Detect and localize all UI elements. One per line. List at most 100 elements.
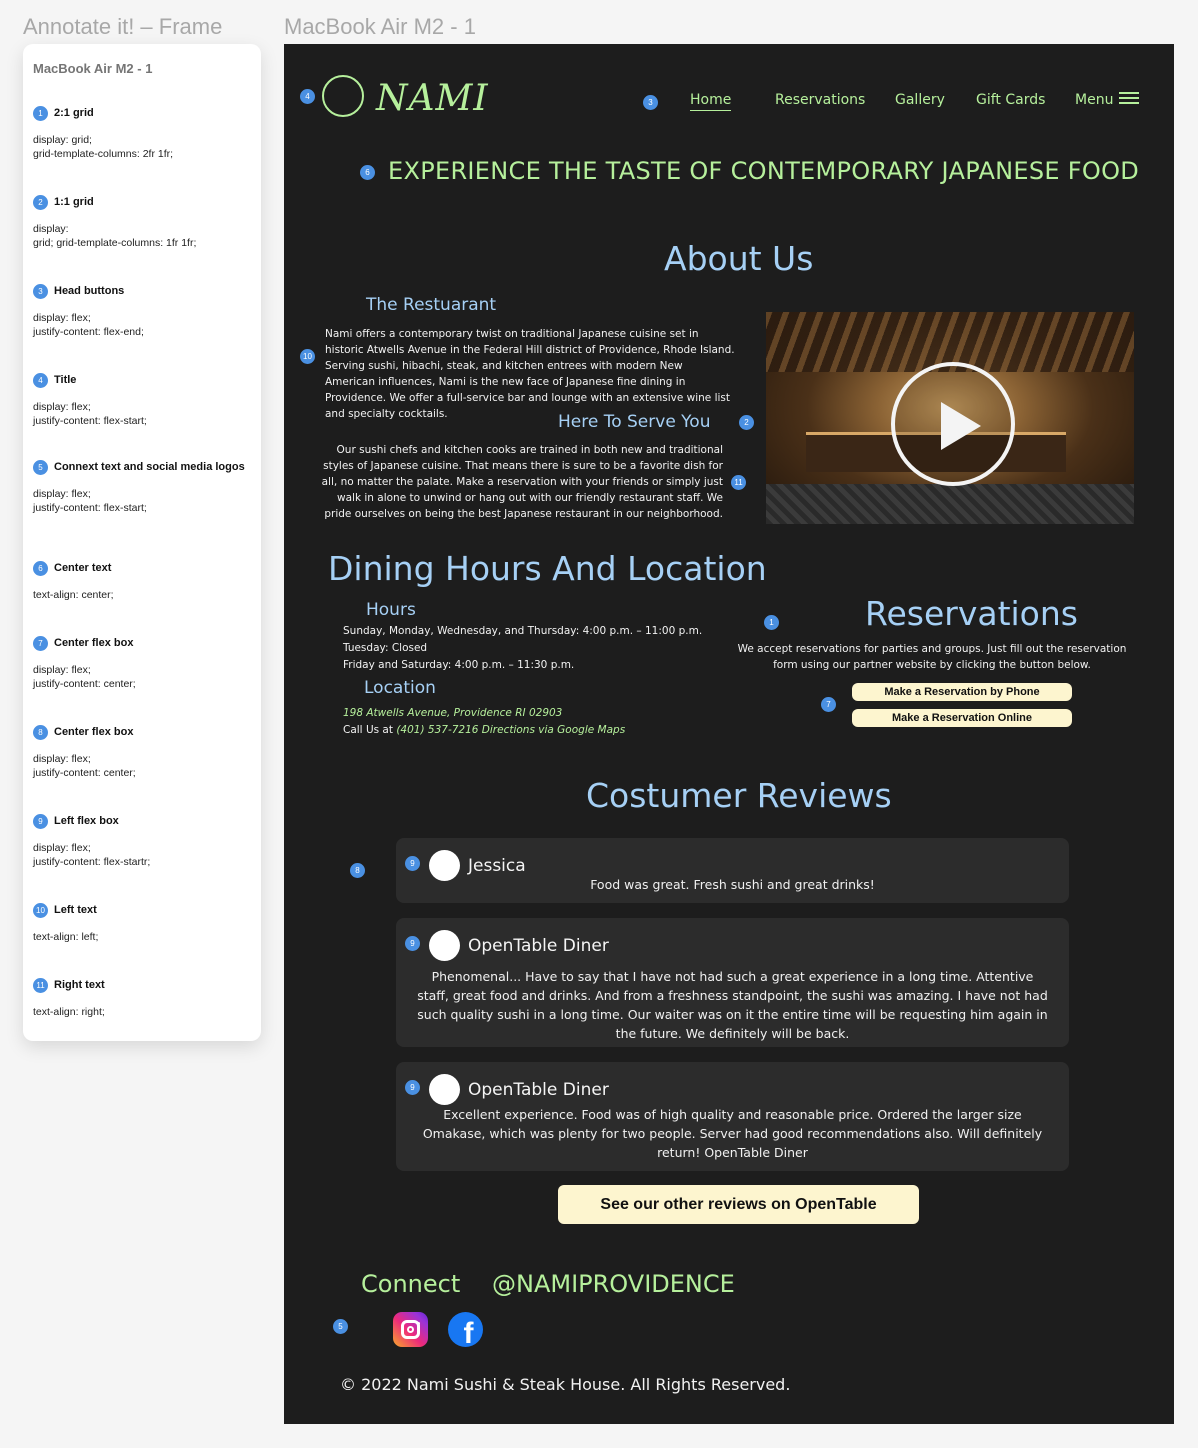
annotation-name: Connext text and social media logos — [54, 461, 245, 473]
annotation-marker: 3 — [643, 95, 658, 110]
logo-circle-icon — [322, 75, 364, 117]
annotation-code: display: flex; justify-content: flex-sta… — [33, 488, 147, 514]
nav-gallery[interactable]: Gallery — [895, 92, 945, 108]
call-us-line: Call Us at (401) 537-7216 Directions via… — [343, 722, 763, 738]
annotation-marker: 8 — [350, 863, 365, 878]
review-text: Excellent experience. Food was of high q… — [422, 1107, 1043, 1160]
annotation-badge: 2 — [33, 195, 48, 210]
avatar — [429, 1074, 460, 1105]
facebook-glyph: f — [463, 1317, 474, 1347]
review-card: 9 OpenTable Diner Excellent experience. … — [396, 1062, 1069, 1171]
social-handle[interactable]: @NAMIPROVIDENCE — [492, 1270, 735, 1298]
annotation-item: 9 Left flex box display: flex; justify-co… — [33, 814, 253, 869]
annotation-marker: 5 — [333, 1319, 348, 1334]
review-text: Phenomenal... Have to say that I have no… — [417, 969, 1048, 1041]
reservations-text: We accept reservations for parties and g… — [737, 643, 1127, 671]
annotation-badge: 9 — [33, 814, 48, 829]
reviews-title: Costumer Reviews — [586, 776, 892, 815]
about-title: About Us — [664, 239, 814, 278]
annotation-marker: 9 — [405, 856, 420, 871]
annotation-badge: 10 — [33, 903, 48, 918]
reviewer-name: Jessica — [468, 856, 526, 876]
annotation-name: 1:1 grid — [54, 196, 94, 208]
reviewer-name: OpenTable Diner — [468, 936, 609, 956]
restaurant-text: Nami offers a contemporary twist on trad… — [325, 328, 735, 420]
nav-menu[interactable]: Menu — [1075, 92, 1113, 108]
review-text: Food was great. Fresh sushi and great dr… — [590, 877, 875, 892]
annotation-marker: 9 — [405, 936, 420, 951]
reserve-online-button[interactable]: Make a Reservation Online — [852, 709, 1072, 727]
annotation-item: 3 Head buttons display: flex; justify-con… — [33, 284, 253, 339]
annotation-item: 8 Center flex box display: flex; justify-… — [33, 725, 253, 780]
avatar — [429, 930, 460, 961]
annotation-panel: MacBook Air M2 - 1 1 2:1 grid display: gr… — [23, 44, 261, 1041]
hours-line: Tuesday: Closed — [343, 642, 428, 654]
annotation-name: Center flex box — [54, 726, 134, 738]
nav-home[interactable]: Home — [690, 92, 732, 111]
annotation-marker: 4 — [300, 89, 315, 104]
hours-line: Sunday, Monday, Wednesday, and Thursday:… — [343, 625, 703, 637]
nav-reservations[interactable]: Reservations — [775, 92, 865, 108]
annotation-marker: 1 — [764, 615, 779, 630]
call-prefix: Call Us at — [343, 724, 397, 736]
panel-title: MacBook Air M2 - 1 — [33, 61, 153, 76]
annotation-badge: 8 — [33, 725, 48, 740]
review-card: 9 Jessica Food was great. Fresh sushi an… — [396, 838, 1069, 903]
address-link[interactable]: 198 Atwells Avenue, Providence RI 02903 — [343, 705, 743, 721]
facebook-icon[interactable]: f — [448, 1312, 483, 1347]
annotation-name: Head buttons — [54, 285, 125, 297]
annotation-item: 11 Right text text-align: right; — [33, 978, 253, 1019]
annotation-item: 6 Center text text-align: center; — [33, 561, 253, 602]
annotation-code: display: flex; justify-content: center; — [33, 664, 136, 690]
annotation-marker: 2 — [739, 415, 754, 430]
annotation-badge: 11 — [33, 978, 48, 993]
annotation-badge: 1 — [33, 106, 48, 121]
annotation-badge: 6 — [33, 561, 48, 576]
annotation-badge: 4 — [33, 373, 48, 388]
annotation-item: 1 2:1 grid display: grid; grid-template-c… — [33, 106, 253, 161]
connect-label: Connect — [361, 1270, 461, 1298]
annotation-name: Center text — [54, 562, 112, 574]
annotation-badge: 7 — [33, 636, 48, 651]
reviewer-name: OpenTable Diner — [468, 1080, 609, 1100]
dining-title: Dining Hours And Location — [328, 549, 767, 588]
annotation-marker: 9 — [405, 1080, 420, 1095]
restaurant-video[interactable] — [766, 312, 1134, 524]
serve-heading: Here To Serve You — [558, 412, 711, 432]
annotation-name: Right text — [54, 979, 105, 991]
nav-gift-cards[interactable]: Gift Cards — [976, 92, 1045, 108]
annotation-code: display: grid; grid-template-columns: 1f… — [33, 223, 197, 249]
phone-directions-link[interactable]: (401) 537-7216 Directions via Google Map… — [396, 724, 625, 736]
review-card: 9 OpenTable Diner Phenomenal... Have to … — [396, 918, 1069, 1047]
annotation-code: display: flex; justify-content: flex-sta… — [33, 842, 151, 868]
annotation-item: 5 Connext text and social media logos dis… — [33, 460, 253, 515]
reserve-phone-button[interactable]: Make a Reservation by Phone — [852, 683, 1072, 701]
annotate-frame-label: Annotate it! – Frame — [23, 14, 223, 39]
annotation-marker: 6 — [360, 165, 375, 180]
annotation-code: display: flex; justify-content: flex-sta… — [33, 401, 147, 427]
annotation-name: Title — [54, 374, 77, 386]
annotation-code: text-align: left; — [33, 931, 99, 943]
annotation-marker: 7 — [821, 697, 836, 712]
serve-text: Our sushi chefs and kitchen cooks are tr… — [321, 444, 723, 520]
artboard-frame-label: MacBook Air M2 - 1 — [284, 14, 476, 39]
annotation-name: Center flex box — [54, 637, 134, 649]
annotation-code: display: grid; grid-template-columns: 2f… — [33, 134, 174, 160]
location-heading: Location — [364, 678, 436, 698]
menu-hamburger-icon[interactable] — [1119, 92, 1139, 106]
hours-line: Friday and Saturday: 4:00 p.m. – 11:30 p… — [343, 659, 575, 671]
annotation-badge: 5 — [33, 460, 48, 475]
annotation-name: Left flex box — [54, 815, 119, 827]
annotation-code: text-align: center; — [33, 589, 114, 601]
footer-copyright: © 2022 Nami Sushi & Steak House. All Rig… — [340, 1375, 791, 1394]
annotation-item: 4 Title display: flex; justify-content: f… — [33, 373, 253, 428]
annotation-name: 2:1 grid — [54, 107, 94, 119]
instagram-icon[interactable] — [393, 1312, 428, 1347]
play-icon[interactable] — [891, 362, 1015, 486]
logo-text[interactable]: NAMI — [376, 78, 489, 119]
annotation-code: text-align: right; — [33, 1006, 105, 1018]
annotation-item: 2 1:1 grid display: grid; grid-template-c… — [33, 195, 253, 250]
annotation-item: 7 Center flex box display: flex; justify-… — [33, 636, 253, 691]
opentable-reviews-button[interactable]: See our other reviews on OpenTable — [558, 1185, 919, 1224]
hero-title: EXPERIENCE THE TASTE OF CONTEMPORARY JAP… — [388, 157, 1140, 185]
